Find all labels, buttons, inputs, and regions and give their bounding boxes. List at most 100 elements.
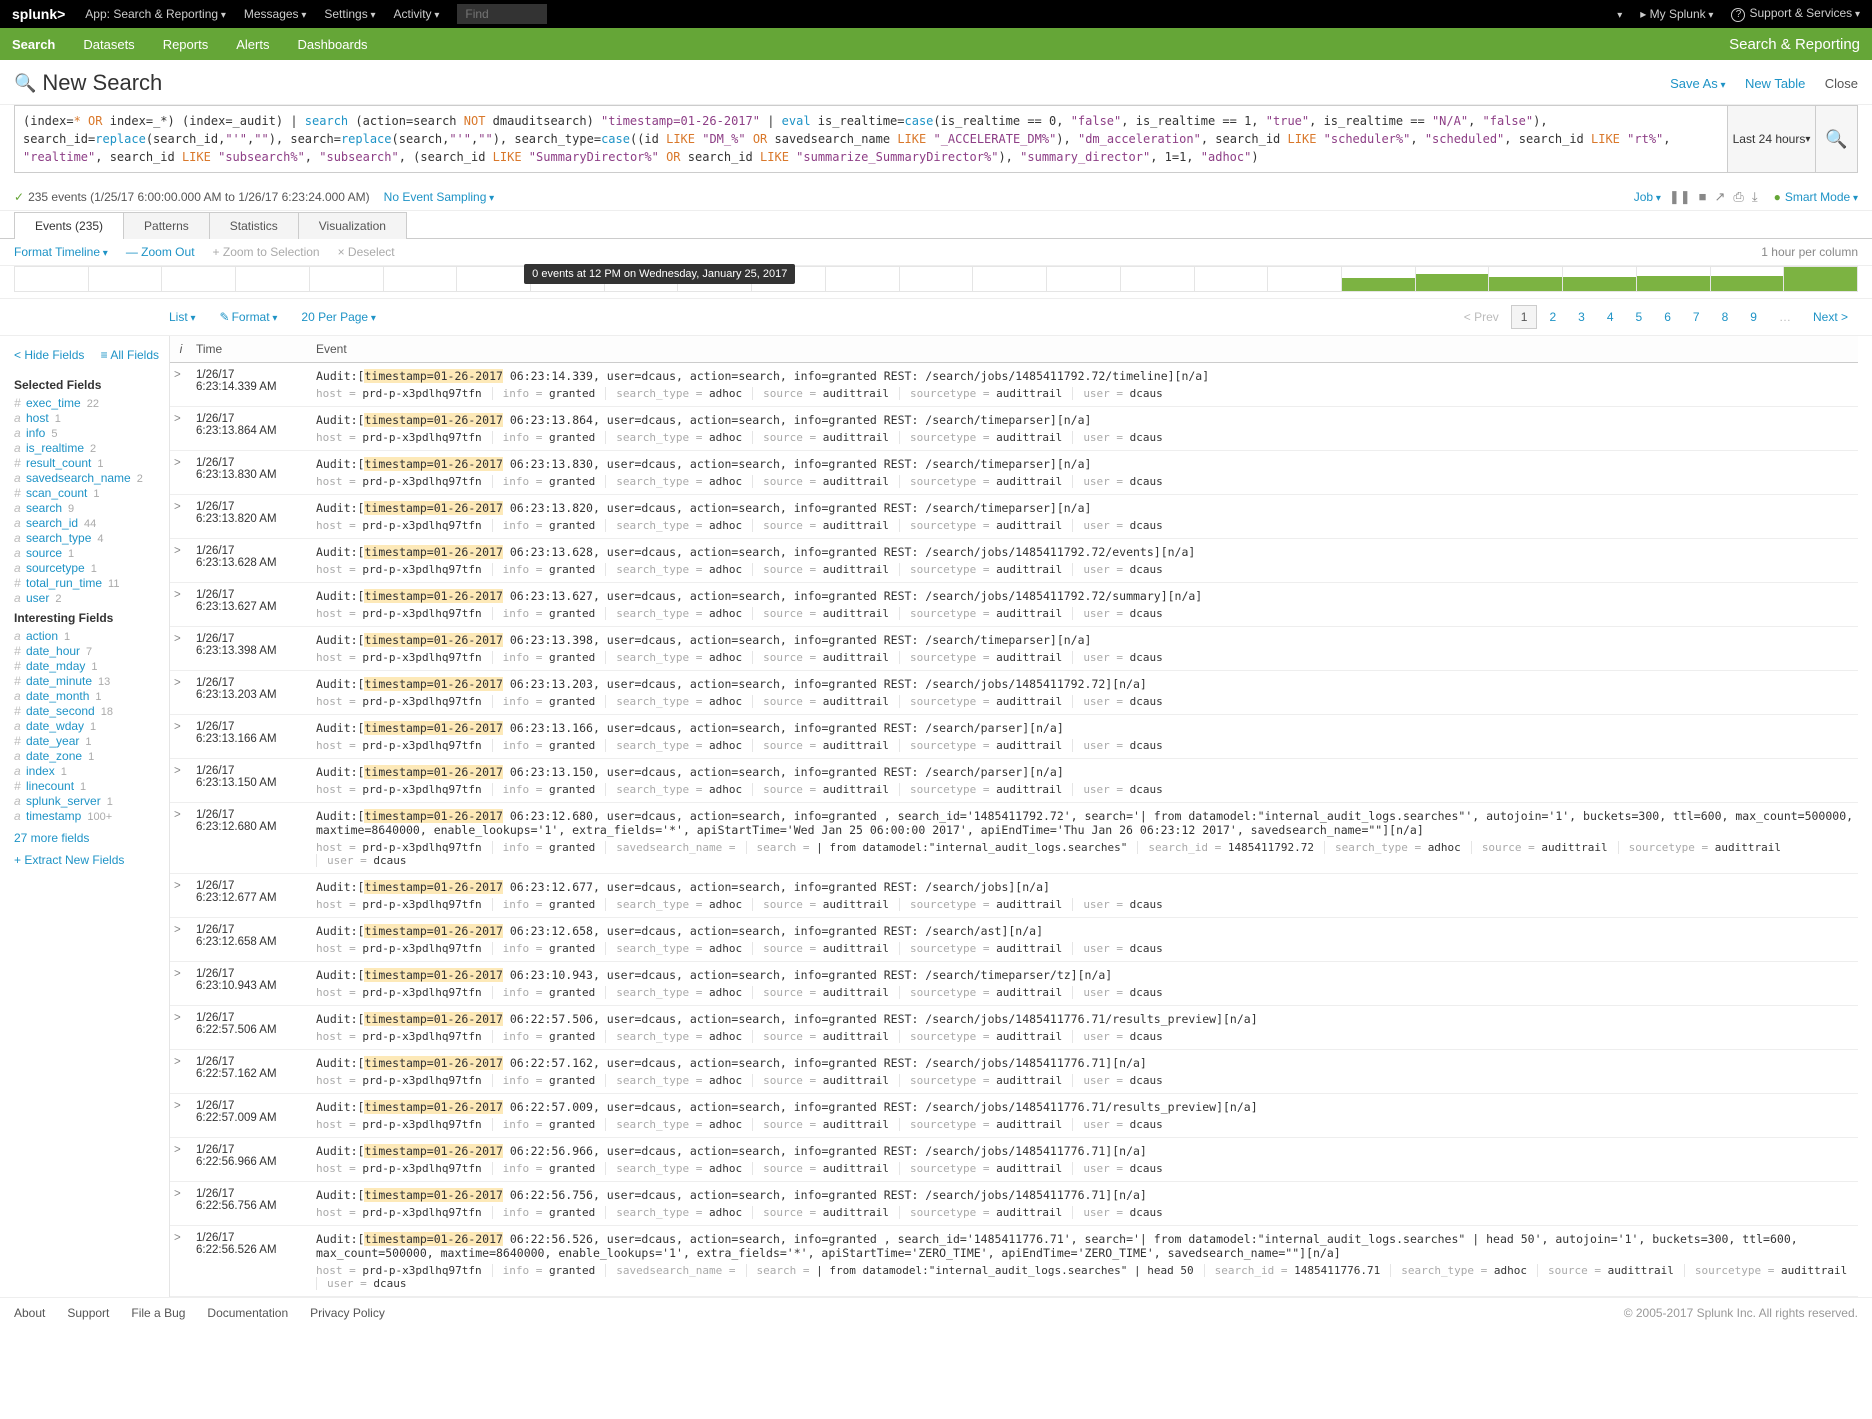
meta-sourcetype[interactable]: sourcetype = audittrail — [899, 1162, 1062, 1175]
app-title[interactable]: Search & Reporting — [1729, 36, 1860, 53]
hide-fields[interactable]: < Hide Fields — [14, 348, 84, 362]
app-menu[interactable]: App: Search & Reporting — [85, 7, 226, 21]
page-6[interactable]: 6 — [1654, 305, 1681, 329]
timeline-column[interactable] — [1341, 267, 1415, 291]
meta-search-type[interactable]: search_type = adhoc — [605, 1162, 742, 1175]
meta-search-type[interactable]: search_type = adhoc — [605, 519, 742, 532]
meta-sourcetype[interactable]: sourcetype = audittrail — [899, 475, 1062, 488]
tab-patterns[interactable]: Patterns — [123, 212, 210, 239]
field-date_minute[interactable]: #date_minute13 — [14, 674, 159, 688]
footer-docs[interactable]: Documentation — [207, 1306, 288, 1320]
expand-event[interactable]: > — [170, 1182, 192, 1225]
field-exec_time[interactable]: #exec_time22 — [14, 396, 159, 410]
meta-user[interactable]: user = dcaus — [1072, 519, 1162, 532]
save-as-button[interactable]: Save As — [1670, 76, 1726, 91]
field-savedsearch_name[interactable]: asavedsearch_name2 — [14, 471, 159, 485]
meta-savedsearch-name[interactable]: savedsearch_name = — [605, 1264, 735, 1277]
timeline-column[interactable] — [1783, 267, 1857, 291]
footer-about[interactable]: About — [14, 1306, 45, 1320]
meta-info[interactable]: info = granted — [492, 651, 596, 664]
expand-event[interactable]: > — [170, 1006, 192, 1049]
meta-source[interactable]: source = audittrail — [752, 651, 889, 664]
timeline-column[interactable] — [1267, 267, 1341, 291]
page-3[interactable]: 3 — [1568, 305, 1595, 329]
event-raw[interactable]: Audit:[timestamp=01-26-2017 06:23:12.658… — [316, 924, 1854, 938]
meta-source[interactable]: source = audittrail — [752, 986, 889, 999]
event-raw[interactable]: Audit:[timestamp=01-26-2017 06:22:56.966… — [316, 1144, 1854, 1158]
field-date_mday[interactable]: #date_mday1 — [14, 659, 159, 673]
meta-user[interactable]: user = dcaus — [1072, 1206, 1162, 1219]
expand-event[interactable]: > — [170, 539, 192, 582]
meta-source[interactable]: source = audittrail — [1537, 1264, 1674, 1277]
meta-info[interactable]: info = granted — [492, 783, 596, 796]
expand-event[interactable]: > — [170, 759, 192, 802]
meta-search-type[interactable]: search_type = adhoc — [605, 563, 742, 576]
meta-sourcetype[interactable]: sourcetype = audittrail — [899, 519, 1062, 532]
share-icon[interactable]: ↗ — [1715, 189, 1726, 205]
timeline-column[interactable] — [1046, 267, 1120, 291]
expand-event[interactable]: > — [170, 918, 192, 961]
meta-sourcetype[interactable]: sourcetype = audittrail — [899, 651, 1062, 664]
more-fields[interactable]: 27 more fields — [14, 831, 159, 845]
meta-search-type[interactable]: search_type = adhoc — [605, 607, 742, 620]
event-raw[interactable]: Audit:[timestamp=01-26-2017 06:23:13.820… — [316, 501, 1854, 515]
expand-event[interactable]: > — [170, 671, 192, 714]
field-splunk_server[interactable]: asplunk_server1 — [14, 794, 159, 808]
event-raw[interactable]: Audit:[timestamp=01-26-2017 06:23:13.166… — [316, 721, 1854, 735]
meta-info[interactable]: info = granted — [492, 563, 596, 576]
meta-host[interactable]: host = prd-p-x3pdlhq97tfn — [316, 783, 482, 796]
meta-source[interactable]: source = audittrail — [752, 387, 889, 400]
expand-event[interactable]: > — [170, 715, 192, 758]
meta-search-type[interactable]: search_type = adhoc — [605, 1030, 742, 1043]
tab-events[interactable]: Events (235) — [14, 212, 124, 239]
meta-user[interactable]: user = dcaus — [1072, 1118, 1162, 1131]
event-raw[interactable]: Audit:[timestamp=01-26-2017 06:23:13.830… — [316, 457, 1854, 471]
meta-source[interactable]: source = audittrail — [752, 607, 889, 620]
meta-info[interactable]: info = granted — [492, 607, 596, 620]
event-raw[interactable]: Audit:[timestamp=01-26-2017 06:22:56.756… — [316, 1188, 1854, 1202]
meta-user[interactable]: user = dcaus — [1072, 898, 1162, 911]
meta-sourcetype[interactable]: sourcetype = audittrail — [899, 387, 1062, 400]
timeline-chart[interactable]: 0 events at 12 PM on Wednesday, January … — [0, 266, 1872, 298]
new-table-button[interactable]: New Table — [1745, 76, 1805, 91]
nav-dashboards[interactable]: Dashboards — [297, 37, 367, 52]
nav-datasets[interactable]: Datasets — [83, 37, 134, 52]
meta-search-type[interactable]: search_type = adhoc — [605, 695, 742, 708]
meta-host[interactable]: host = prd-p-x3pdlhq97tfn — [316, 387, 482, 400]
meta-info[interactable]: info = granted — [492, 1162, 596, 1175]
timeline-column[interactable] — [1120, 267, 1194, 291]
expand-event[interactable]: > — [170, 451, 192, 494]
meta-search-type[interactable]: search_type = adhoc — [605, 1074, 742, 1087]
page-1[interactable]: 1 — [1511, 305, 1538, 329]
page-4[interactable]: 4 — [1597, 305, 1624, 329]
meta-info[interactable]: info = granted — [492, 387, 596, 400]
expand-event[interactable]: > — [170, 495, 192, 538]
meta-search-type[interactable]: search_type = adhoc — [1390, 1264, 1527, 1277]
meta-info[interactable]: info = granted — [492, 841, 596, 854]
event-raw[interactable]: Audit:[timestamp=01-26-2017 06:23:13.150… — [316, 765, 1854, 779]
meta-source[interactable]: source = audittrail — [752, 1030, 889, 1043]
event-raw[interactable]: Audit:[timestamp=01-26-2017 06:23:13.864… — [316, 413, 1854, 427]
search-mode[interactable]: Smart Mode — [1774, 190, 1858, 204]
meta-source[interactable]: source = audittrail — [752, 898, 889, 911]
field-index[interactable]: aindex1 — [14, 764, 159, 778]
meta-user[interactable]: user = dcaus — [1072, 1162, 1162, 1175]
expand-event[interactable]: > — [170, 583, 192, 626]
export-icon[interactable]: ⤓ — [1752, 189, 1758, 205]
meta-sourcetype[interactable]: sourcetype = audittrail — [899, 563, 1062, 576]
timeline-column[interactable] — [383, 267, 457, 291]
meta-user[interactable]: user = dcaus — [1072, 739, 1162, 752]
meta-info[interactable]: info = granted — [492, 475, 596, 488]
timeline-column[interactable] — [1710, 267, 1784, 291]
meta-sourcetype[interactable]: sourcetype = audittrail — [1684, 1264, 1847, 1277]
meta-search-type[interactable]: search_type = adhoc — [605, 942, 742, 955]
timeline-column[interactable] — [1636, 267, 1710, 291]
meta-info[interactable]: info = granted — [492, 1118, 596, 1131]
meta-sourcetype[interactable]: sourcetype = audittrail — [899, 739, 1062, 752]
meta-sourcetype[interactable]: sourcetype = audittrail — [899, 695, 1062, 708]
timeline-column[interactable] — [972, 267, 1046, 291]
meta-info[interactable]: info = granted — [492, 1264, 596, 1277]
meta-source[interactable]: source = audittrail — [752, 739, 889, 752]
field-info[interactable]: ainfo5 — [14, 426, 159, 440]
expand-event[interactable]: > — [170, 363, 192, 406]
